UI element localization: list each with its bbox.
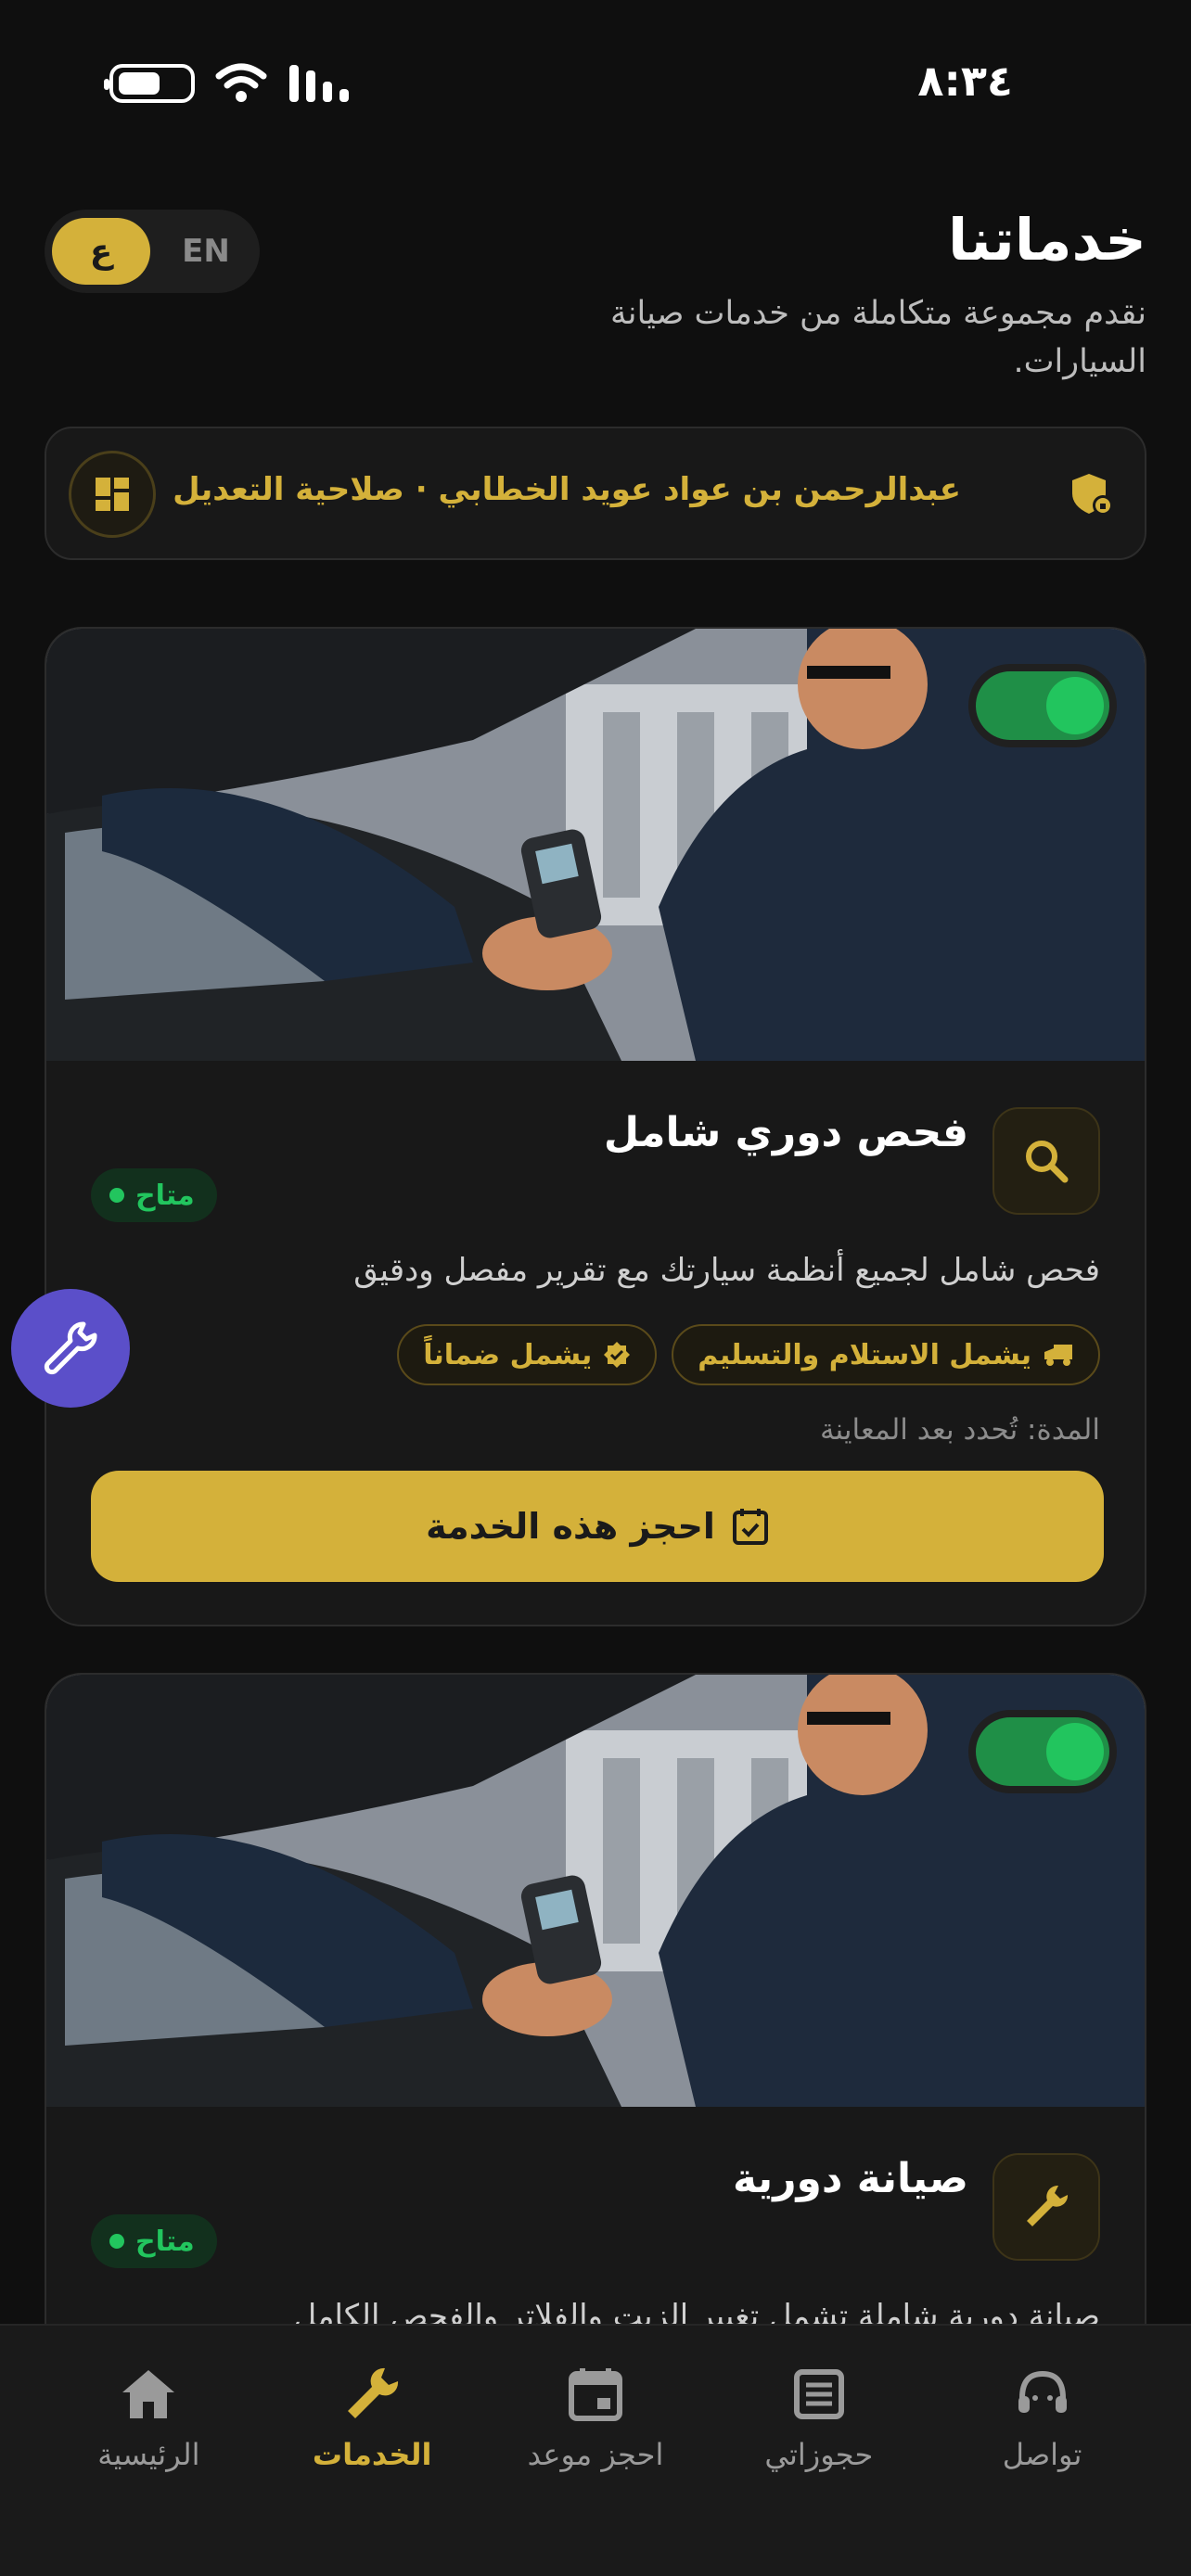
toggle-track bbox=[976, 671, 1109, 740]
wrench-icon bbox=[348, 2367, 399, 2418]
nav-label: الخدمات bbox=[312, 2437, 432, 2472]
feature-chip-label: يشمل الاستلام والتسليم bbox=[698, 1338, 1031, 1371]
status-badge: متاح bbox=[91, 1168, 217, 1222]
service-features: يشمل الاستلام والتسليم يشمل ضماناً bbox=[397, 1324, 1100, 1385]
floating-tool-button[interactable] bbox=[11, 1289, 130, 1408]
status-label: متاح bbox=[135, 1179, 195, 1212]
service-enabled-toggle[interactable] bbox=[968, 664, 1117, 747]
truck-icon bbox=[1044, 1345, 1072, 1366]
service-duration: المدة: تُحدد بعد المعاينة bbox=[819, 1413, 1100, 1447]
status-badge: متاح bbox=[91, 2214, 217, 2268]
lang-english-option[interactable]: EN bbox=[160, 218, 252, 285]
nav-item-contact[interactable]: تواصل bbox=[941, 2326, 1145, 2576]
services-screen: ٨:٣٤ ع EN خدماتنا نقدم مجموعة متكاملة من… bbox=[0, 0, 1191, 2576]
status-time: ٨:٣٤ bbox=[917, 56, 1013, 106]
dashboard-grid-icon bbox=[96, 478, 129, 511]
status-dot bbox=[109, 1188, 124, 1203]
battery-icon bbox=[104, 64, 195, 103]
feature-chip-label: يشمل ضماناً bbox=[423, 1338, 593, 1371]
status-icons bbox=[104, 63, 351, 104]
nav-item-home[interactable]: الرئيسية bbox=[46, 2326, 250, 2576]
service-title: صيانة دورية bbox=[733, 2155, 968, 2202]
book-service-button[interactable]: احجز هذه الخدمة bbox=[91, 1471, 1104, 1582]
status-dot bbox=[109, 2234, 124, 2249]
wrench-icon bbox=[1027, 2185, 1069, 2226]
nav-label: حجوزاتي bbox=[764, 2437, 874, 2472]
toggle-track bbox=[976, 1717, 1109, 1786]
nav-item-book-appointment[interactable]: احجز موعد bbox=[493, 2326, 698, 2576]
status-label: متاح bbox=[135, 2225, 195, 2258]
wrench-icon bbox=[44, 1321, 97, 1375]
service-image bbox=[46, 629, 1145, 1061]
nav-item-my-bookings[interactable]: حجوزاتي bbox=[717, 2326, 921, 2576]
nav-item-services[interactable]: الخدمات bbox=[270, 2326, 474, 2576]
service-icon-box bbox=[992, 2153, 1100, 2261]
page-title: خدماتنا bbox=[947, 206, 1146, 274]
calendar-icon bbox=[568, 2368, 622, 2421]
toggle-knob bbox=[1046, 677, 1104, 734]
service-card: فحص دوري شامل متاح فحص شامل لجميع أنظمة … bbox=[45, 627, 1146, 1626]
book-service-label: احجز هذه الخدمة bbox=[426, 1506, 715, 1547]
feature-chip-warranty: يشمل ضماناً bbox=[397, 1324, 658, 1385]
signal-icon bbox=[289, 65, 349, 102]
wifi-icon bbox=[215, 63, 267, 102]
nav-label: الرئيسية bbox=[97, 2437, 200, 2472]
page-subtitle: نقدم مجموعة متكاملة من خدمات صيانة السيا… bbox=[609, 295, 1146, 380]
list-icon bbox=[793, 2369, 844, 2419]
service-title: فحص دوري شامل bbox=[603, 1109, 968, 1156]
admin-shield-icon bbox=[1072, 474, 1113, 516]
service-icon-box bbox=[992, 1107, 1100, 1215]
service-image bbox=[46, 1675, 1145, 2107]
verified-badge-icon bbox=[604, 1342, 631, 1368]
calendar-check-icon bbox=[732, 1509, 768, 1545]
nav-label: احجز موعد bbox=[527, 2437, 664, 2472]
service-description: فحص شامل لجميع أنظمة سيارتك مع تقرير مفص… bbox=[353, 1252, 1100, 1289]
home-icon bbox=[122, 2370, 175, 2418]
bottom-nav: تواصل حجوزاتي احجز موعد الخدمات الرئيسية bbox=[0, 2324, 1191, 2576]
admin-bar: عبدالرحمن بن عواد عويد الخطابي · صلاحية … bbox=[45, 427, 1146, 560]
nav-label: تواصل bbox=[1002, 2437, 1082, 2472]
dashboard-button[interactable] bbox=[69, 451, 156, 538]
toggle-knob bbox=[1046, 1723, 1104, 1780]
feature-chip-pickup: يشمل الاستلام والتسليم bbox=[672, 1324, 1100, 1385]
lang-arabic-option[interactable]: ع bbox=[52, 218, 150, 285]
language-toggle[interactable]: ع EN bbox=[45, 210, 260, 293]
admin-user-text: عبدالرحمن بن عواد عويد الخطابي · صلاحية … bbox=[173, 471, 961, 508]
support-headset-icon bbox=[1018, 2370, 1067, 2413]
search-icon bbox=[1026, 1141, 1069, 1183]
service-enabled-toggle[interactable] bbox=[968, 1710, 1117, 1793]
status-bar: ٨:٣٤ bbox=[0, 56, 1191, 111]
